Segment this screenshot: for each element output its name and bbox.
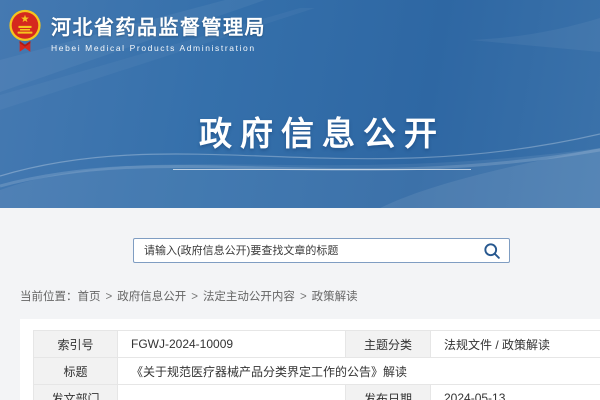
top-banner: 河北省药品监督管理局 Hebei Medical Products Admini… xyxy=(0,0,600,208)
breadcrumb-item-policy-interpretation: 政策解读 xyxy=(312,291,358,303)
national-emblem-icon xyxy=(8,9,42,55)
table-row: 索引号 FGWJ-2024-10009 主题分类 法规文件 / 政策解读 xyxy=(34,331,600,358)
table-row: 标题 《关于规范医疗器械产品分类界定工作的公告》解读 xyxy=(34,358,600,385)
org-name-en: Hebei Medical Products Administration xyxy=(51,43,266,53)
meta-value-publish-date: 2024-05-13 xyxy=(431,385,600,400)
breadcrumb-item-gov-info[interactable]: 政府信息公开 xyxy=(117,291,186,303)
org-name-zh: 河北省药品监督管理局 xyxy=(51,17,266,39)
breadcrumb-item-home[interactable]: 首页 xyxy=(78,291,101,303)
table-row: 发文部门 发布日期 2024-05-13 xyxy=(34,385,600,400)
site-header: 河北省药品监督管理局 Hebei Medical Products Admini… xyxy=(8,9,266,55)
meta-value-topic-category: 法规文件 / 政策解读 xyxy=(431,331,600,358)
document-meta-table: 索引号 FGWJ-2024-10009 主题分类 法规文件 / 政策解读 标题 … xyxy=(33,330,600,400)
breadcrumb-separator: > xyxy=(300,291,307,303)
meta-label-issuing-department: 发文部门 xyxy=(34,385,118,400)
content-panel: 索引号 FGWJ-2024-10009 主题分类 法规文件 / 政策解读 标题 … xyxy=(20,319,600,400)
search-box xyxy=(133,238,510,263)
breadcrumb-item-disclosure-content[interactable]: 法定主动公开内容 xyxy=(203,291,295,303)
breadcrumb-separator: > xyxy=(191,291,198,303)
title-underline xyxy=(173,169,471,170)
meta-label-title: 标题 xyxy=(34,358,118,385)
meta-label-index-number: 索引号 xyxy=(34,331,118,358)
meta-value-title: 《关于规范医疗器械产品分类界定工作的公告》解读 xyxy=(118,358,600,385)
breadcrumb-separator: > xyxy=(106,291,113,303)
breadcrumb-prefix: 当前位置： xyxy=(20,291,78,303)
meta-label-publish-date: 发布日期 xyxy=(346,385,431,400)
breadcrumb: 当前位置：首页 > 政府信息公开 > 法定主动公开内容 > 政策解读 xyxy=(20,288,358,304)
meta-value-index-number: FGWJ-2024-10009 xyxy=(118,331,346,358)
search-input[interactable] xyxy=(134,239,509,262)
page: 河北省药品监督管理局 Hebei Medical Products Admini… xyxy=(0,0,600,400)
meta-label-topic-category: 主题分类 xyxy=(346,331,431,358)
org-names: 河北省药品监督管理局 Hebei Medical Products Admini… xyxy=(51,9,266,53)
search-icon[interactable] xyxy=(483,242,501,260)
page-title: 政府信息公开 xyxy=(0,117,600,150)
meta-value-issuing-department xyxy=(118,385,346,400)
